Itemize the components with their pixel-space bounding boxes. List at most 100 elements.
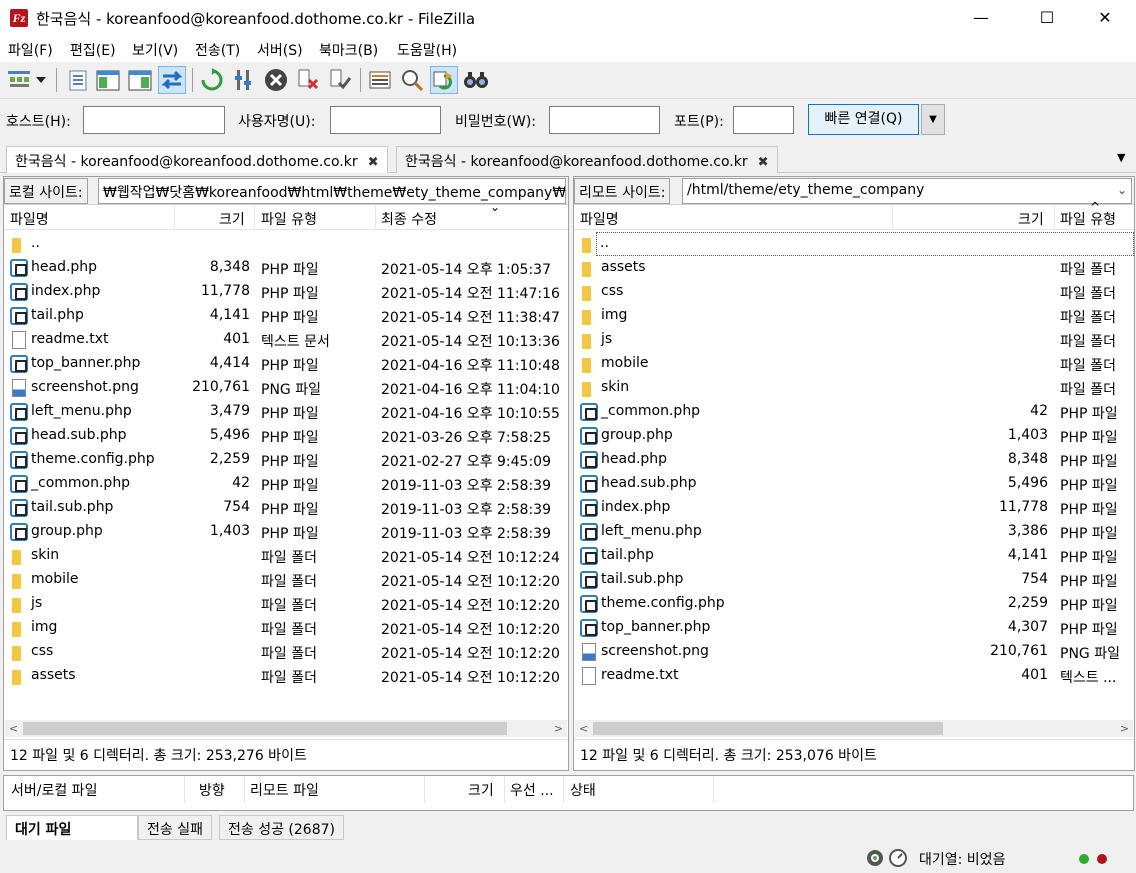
table-row[interactable]: head.sub.php 5,496 PHP 파일: [574, 472, 1134, 496]
menu-view[interactable]: 보기(V): [132, 40, 178, 60]
table-row[interactable]: ..: [4, 232, 568, 256]
scroll-right-icon[interactable]: >: [1116, 720, 1133, 737]
table-row[interactable]: head.php 8,348 PHP 파일: [574, 448, 1134, 472]
site-manager-icon[interactable]: [5, 66, 33, 94]
table-row[interactable]: skin 파일 폴더: [574, 376, 1134, 400]
quickconnect-button[interactable]: 빠른 연결(Q): [808, 104, 919, 135]
username-input[interactable]: [330, 106, 441, 134]
table-row[interactable]: tail.sub.php 754 PHP 파일 2019-11-03 오후 2:58:…: [4, 496, 568, 520]
menu-bookmarks[interactable]: 북마크(B): [319, 40, 378, 60]
connection-tab-active[interactable]: 한국음식 - koreanfood@koreanfood.dothome.co.…: [6, 146, 388, 173]
toggle-remote-tree-icon[interactable]: [126, 66, 154, 94]
header-size[interactable]: 크기: [1018, 209, 1044, 229]
table-row[interactable]: top_banner.php 4,414 PHP 파일 2021-04-16 오후 1…: [4, 352, 568, 376]
quickconnect-dropdown-button[interactable]: ▼: [921, 104, 945, 135]
disconnect-icon[interactable]: [294, 66, 322, 94]
header-type[interactable]: 파일 유형: [261, 209, 317, 229]
scroll-left-icon[interactable]: <: [5, 720, 22, 737]
table-row[interactable]: top_banner.php 4,307 PHP 파일: [574, 616, 1134, 640]
table-row[interactable]: tail.php 4,141 PHP 파일 2021-05-14 오전 11:38:4…: [4, 304, 568, 328]
table-row[interactable]: index.php 11,778 PHP 파일: [574, 496, 1134, 520]
table-row[interactable]: index.php 11,778 PHP 파일 2021-05-14 오전 11:47…: [4, 280, 568, 304]
reconnect-icon[interactable]: [326, 66, 354, 94]
tab-failed-transfers[interactable]: 전송 실패: [138, 815, 212, 840]
header-filename[interactable]: 파일명: [580, 209, 619, 229]
menu-server[interactable]: 서버(S): [257, 40, 303, 60]
table-row[interactable]: mobile 파일 폴더 2021-05-14 오전 10:12:20: [4, 568, 568, 592]
table-row[interactable]: group.php 1,403 PHP 파일 2019-11-03 오후 2:58:3…: [4, 520, 568, 544]
remote-horizontal-scrollbar[interactable]: < >: [575, 720, 1133, 737]
scroll-left-icon[interactable]: <: [575, 720, 592, 737]
port-input[interactable]: [733, 106, 794, 134]
table-row[interactable]: js 파일 폴더 2021-05-14 오전 10:12:20: [4, 592, 568, 616]
table-row[interactable]: js 파일 폴더: [574, 328, 1134, 352]
queue-header-status[interactable]: 상태: [570, 780, 596, 800]
chevron-down-icon[interactable]: ⌄: [1117, 183, 1127, 197]
connection-tab[interactable]: 한국음식 - koreanfood@koreanfood.dothome.co.…: [396, 146, 778, 173]
table-row[interactable]: _common.php 42 PHP 파일: [574, 400, 1134, 424]
table-row[interactable]: readme.txt 401 텍스트 ...: [574, 664, 1134, 688]
filter-icon[interactable]: [230, 66, 258, 94]
toggle-local-tree-icon[interactable]: [94, 66, 122, 94]
table-row[interactable]: tail.php 4,141 PHP 파일: [574, 544, 1134, 568]
table-row[interactable]: assets 파일 폴더: [574, 256, 1134, 280]
queue-header-size[interactable]: 크기: [468, 780, 494, 800]
table-row[interactable]: tail.sub.php 754 PHP 파일: [574, 568, 1134, 592]
scrollbar-thumb[interactable]: [23, 722, 507, 735]
header-filename[interactable]: 파일명: [10, 209, 49, 229]
table-row[interactable]: readme.txt 401 텍스트 문서 2021-05-14 오전 10:13:3…: [4, 328, 568, 352]
table-row[interactable]: css 파일 폴더 2021-05-14 오전 10:12:20: [4, 640, 568, 664]
table-row[interactable]: left_menu.php 3,479 PHP 파일 2021-04-16 오후 10…: [4, 400, 568, 424]
queue-header-local-file[interactable]: 서버/로컬 파일: [11, 780, 97, 800]
close-button[interactable]: ✕: [1082, 0, 1128, 36]
table-row[interactable]: head.php 8,348 PHP 파일 2021-05-14 오후 1:05:37: [4, 256, 568, 280]
settings-gear-icon[interactable]: [866, 849, 884, 871]
compare-icon[interactable]: [430, 66, 458, 94]
remote-path-input[interactable]: /html/theme/ety_theme_company ⌄: [682, 178, 1132, 204]
table-row[interactable]: screenshot.png 210,761 PNG 파일: [574, 640, 1134, 664]
table-row[interactable]: group.php 1,403 PHP 파일: [574, 424, 1134, 448]
menu-transfer[interactable]: 전송(T): [195, 40, 240, 60]
tabs-menu-arrow-icon[interactable]: ▼: [1117, 151, 1125, 164]
menu-help[interactable]: 도움말(H): [397, 40, 457, 60]
table-row[interactable]: head.sub.php 5,496 PHP 파일 2021-03-26 오후 7:5…: [4, 424, 568, 448]
table-row[interactable]: css 파일 폴더: [574, 280, 1134, 304]
find-files-icon[interactable]: [462, 66, 490, 94]
menu-edit[interactable]: 편집(E): [70, 40, 116, 60]
password-input[interactable]: [549, 106, 660, 134]
menu-file[interactable]: 파일(F): [8, 40, 53, 60]
tab-close-icon[interactable]: ✖: [368, 155, 379, 170]
host-input[interactable]: [83, 106, 225, 134]
minimize-button[interactable]: —: [958, 0, 1004, 36]
toggle-message-log-icon[interactable]: [64, 66, 92, 94]
tab-queued-files[interactable]: 대기 파일: [6, 815, 138, 840]
table-row[interactable]: ..: [582, 232, 1134, 256]
local-horizontal-scrollbar[interactable]: < >: [5, 720, 567, 737]
table-row[interactable]: theme.config.php 2,259 PHP 파일 2021-02-27 오후…: [4, 448, 568, 472]
maximize-button[interactable]: ☐: [1024, 0, 1070, 36]
header-type[interactable]: 파일 유형: [1060, 209, 1116, 229]
dropdown-arrow-icon[interactable]: [33, 66, 49, 94]
table-row[interactable]: theme.config.php 2,259 PHP 파일: [574, 592, 1134, 616]
table-row[interactable]: _common.php 42 PHP 파일 2019-11-03 오후 2:58:39: [4, 472, 568, 496]
toggle-queue-icon[interactable]: [158, 66, 186, 94]
speed-limit-icon[interactable]: [889, 849, 907, 871]
header-modified[interactable]: 최종 수정: [381, 209, 437, 229]
queue-header-remote-file[interactable]: 리모트 파일: [250, 780, 319, 800]
search-remote-icon[interactable]: [398, 66, 426, 94]
table-row[interactable]: img 파일 폴더 2021-05-14 오전 10:12:20: [4, 616, 568, 640]
cancel-icon[interactable]: [262, 66, 290, 94]
tab-successful-transfers[interactable]: 전송 성공 (2687): [219, 815, 344, 840]
queue-header-priority[interactable]: 우선 ...: [510, 780, 554, 800]
refresh-icon[interactable]: [198, 66, 226, 94]
table-row[interactable]: screenshot.png 210,761 PNG 파일 2021-04-16 오후…: [4, 376, 568, 400]
queue-header-direction[interactable]: 방향: [199, 780, 225, 800]
table-row[interactable]: left_menu.php 3,386 PHP 파일: [574, 520, 1134, 544]
directory-listing-icon[interactable]: [366, 66, 394, 94]
header-size[interactable]: 크기: [219, 209, 245, 229]
table-row[interactable]: img 파일 폴더: [574, 304, 1134, 328]
table-row[interactable]: assets 파일 폴더 2021-05-14 오전 10:12:20: [4, 664, 568, 688]
scrollbar-thumb[interactable]: [593, 722, 943, 735]
tab-close-icon[interactable]: ✖: [758, 155, 769, 170]
scroll-right-icon[interactable]: >: [550, 720, 567, 737]
